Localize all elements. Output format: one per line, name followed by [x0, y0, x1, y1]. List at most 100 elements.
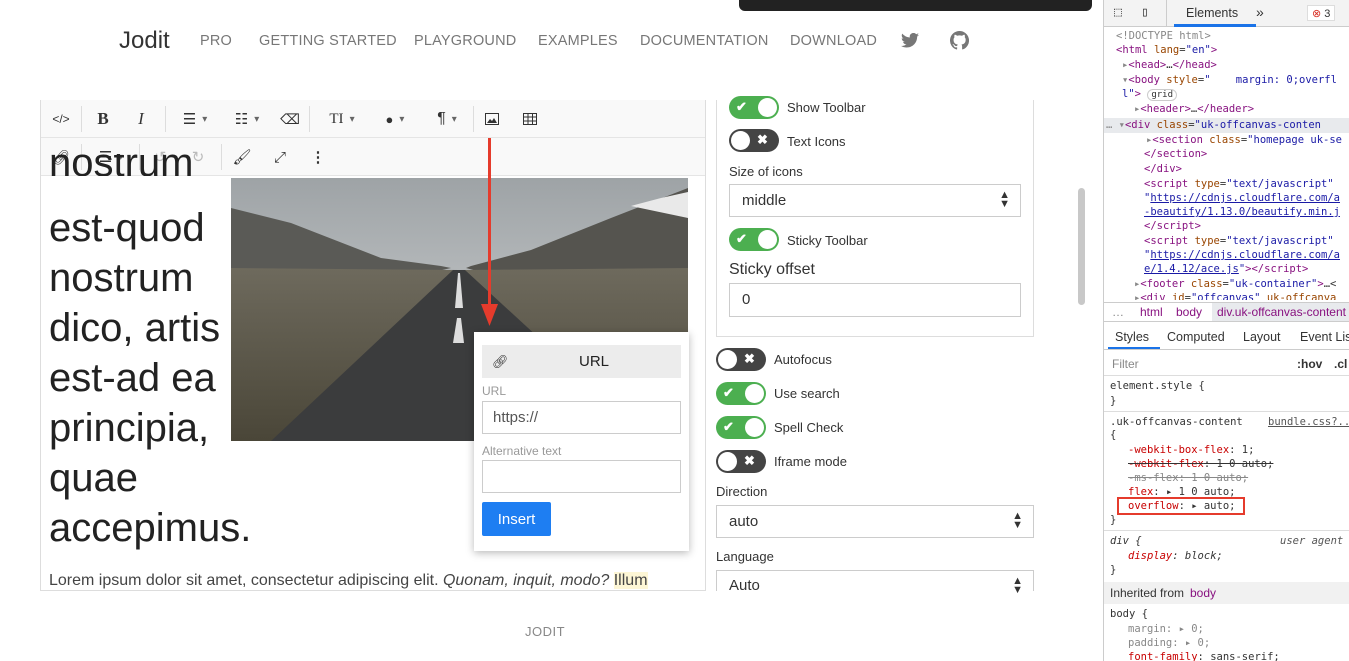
editor-text-line: est-ad ea	[49, 356, 216, 400]
sticky-offset-input[interactable]: 0	[729, 283, 1021, 317]
italic-icon[interactable]: I	[129, 100, 153, 138]
spell-check-toggle[interactable]: ✔	[716, 416, 766, 439]
nav-download[interactable]: DOWNLOAD	[790, 33, 877, 49]
filter-input[interactable]: Filter	[1112, 357, 1139, 371]
editor-text-line: quae	[49, 456, 138, 500]
dom-line[interactable]: ▸<header>…</header>	[1134, 102, 1254, 116]
dom-line: </script>	[1144, 220, 1201, 232]
dom-line: l"> grid	[1122, 87, 1177, 102]
css-prop[interactable]: -webkit-flex: 1 0 auto;	[1128, 457, 1273, 471]
more-icon[interactable]: ⋮	[307, 138, 329, 176]
element-style-rule[interactable]: element.style {	[1110, 379, 1205, 393]
spell-check-label: Spell Check	[774, 420, 844, 435]
dom-line[interactable]: ▸<div id="offcanvas" uk-offcanva	[1134, 291, 1336, 300]
css-prop[interactable]: -webkit-box-flex: 1;	[1128, 443, 1254, 457]
size-of-icons-select[interactable]: middle ▲ ▼	[729, 184, 1021, 217]
dom-line[interactable]: ▾<body style=" margin: 0;overfl	[1122, 73, 1337, 87]
nav-documentation[interactable]: DOCUMENTATION	[640, 33, 769, 49]
dom-line[interactable]: ▸<head>…</head>	[1122, 58, 1217, 72]
github-icon[interactable]	[950, 31, 969, 50]
rule-selector[interactable]: .uk-offcanvas-content	[1110, 415, 1243, 429]
sticky-toolbar-toggle[interactable]: ✔	[729, 228, 779, 251]
nav-examples[interactable]: EXAMPLES	[538, 33, 618, 49]
more-tabs-icon[interactable]: »	[1256, 4, 1264, 20]
crumb-div[interactable]: div.uk-offcanvas-content	[1212, 303, 1349, 321]
language-select[interactable]: Auto ▲ ▼	[716, 570, 1034, 596]
link-icon: 🔗︎	[492, 353, 509, 369]
tab-event-listeners[interactable]: Event Lis	[1300, 330, 1349, 344]
eraser-icon[interactable]: ⌫	[279, 100, 301, 138]
editor-text-line: est-quod	[49, 206, 205, 250]
rule-source-link[interactable]: bundle.css?...	[1268, 415, 1349, 429]
text-icons-toggle[interactable]: ✖	[729, 129, 779, 152]
dom-line[interactable]: ▸<footer class="uk-container">…<	[1134, 277, 1336, 291]
tab-url[interactable]: 🔗︎ URL	[482, 345, 681, 378]
use-search-toggle[interactable]: ✔	[716, 382, 766, 405]
tab-layout[interactable]: Layout	[1243, 330, 1281, 344]
dom-line[interactable]: <html lang="en">	[1116, 43, 1217, 57]
table-icon[interactable]	[519, 100, 541, 138]
crumb-html[interactable]: html	[1140, 305, 1163, 319]
annotation-arrow	[488, 138, 491, 310]
direction-label: Direction	[716, 484, 768, 499]
twitter-icon[interactable]	[901, 33, 919, 48]
show-toolbar-toggle[interactable]: ✔	[729, 96, 779, 119]
css-prop[interactable]: -ms-flex: 1 0 auto;	[1128, 471, 1248, 485]
css-prop[interactable]: font-family: sans-serif;	[1128, 650, 1280, 661]
editor-text-line: principia,	[49, 406, 210, 450]
overflow-highlight-box	[1117, 497, 1245, 515]
css-prop[interactable]: margin: ▸ 0;	[1128, 622, 1204, 636]
cls-button[interactable]: .cl	[1334, 357, 1347, 371]
dom-line[interactable]: "https://cdnjs.cloudflare.com/a	[1144, 248, 1340, 262]
insert-button[interactable]: Insert	[482, 502, 551, 536]
image-icon[interactable]	[481, 100, 503, 138]
bold-icon[interactable]: B	[91, 100, 115, 138]
alt-text-input[interactable]	[482, 460, 681, 493]
dom-line[interactable]: <script type="text/javascript"	[1144, 234, 1334, 248]
iframe-mode-toggle[interactable]: ✖	[716, 450, 766, 473]
div-ua-rule[interactable]: div {	[1110, 534, 1142, 548]
nav-getting-started[interactable]: GETTING STARTED	[259, 33, 397, 49]
fullsize-icon[interactable]: ⤢	[269, 138, 291, 176]
error-count-badge[interactable]: ⊗ 3	[1307, 5, 1336, 21]
direction-select[interactable]: auto ▲ ▼	[716, 505, 1034, 538]
dom-line[interactable]: "https://cdnjs.cloudflare.com/a	[1144, 191, 1340, 205]
nav-pro[interactable]: PRO	[200, 33, 232, 49]
font-size-icon[interactable]: TI ▾	[321, 100, 363, 138]
tab-elements[interactable]: Elements	[1186, 6, 1238, 20]
dom-breadcrumbs: … html body div.uk-offcanvas-content	[1104, 302, 1349, 322]
tab-styles[interactable]: Styles	[1115, 330, 1149, 344]
paragraph-icon[interactable]: ¶ ▾	[427, 100, 467, 138]
source-icon[interactable]: </>	[47, 100, 75, 138]
inherited-header: Inherited from body	[1104, 582, 1349, 604]
ol-list-icon[interactable]: ☷ ▾	[227, 100, 267, 138]
inspect-icon[interactable]: ⬚	[1114, 5, 1122, 20]
crumb-body[interactable]: body	[1176, 305, 1202, 319]
body-rule[interactable]: body {	[1110, 607, 1148, 621]
url-input[interactable]: https://	[482, 401, 681, 434]
text-icons-label: Text Icons	[787, 134, 846, 149]
css-prop[interactable]: padding: ▸ 0;	[1128, 636, 1210, 650]
dom-line[interactable]: e/1.4.12/ace.js"></script>	[1144, 262, 1308, 276]
color-icon[interactable]: ● ▾	[375, 100, 415, 138]
sticky-offset-label: Sticky offset	[729, 261, 815, 278]
dom-line-selected[interactable]: … ▾<div class="uk-offcanvas-conten	[1106, 118, 1321, 132]
dom-line[interactable]: <script type="text/javascript"	[1144, 177, 1334, 191]
css-prop: display: block;	[1128, 550, 1223, 562]
toolbar-row-1: </> B I ☰ ▾ ☷ ▾ ⌫ TI ▾ ● ▾ ¶ ▾	[41, 100, 705, 138]
page-scrollbar[interactable]	[1078, 188, 1085, 305]
nav-playground[interactable]: PLAYGROUND	[414, 33, 516, 49]
brand-logo[interactable]: Jodit	[119, 27, 170, 55]
dom-line: <!DOCTYPE html>	[1116, 30, 1211, 42]
rule-close: }	[1110, 564, 1117, 576]
dom-line[interactable]: ▸<section class="homepage uk-se	[1146, 133, 1342, 147]
ul-list-icon[interactable]: ☰ ▾	[175, 100, 215, 138]
tab-computed[interactable]: Computed	[1167, 330, 1225, 344]
autofocus-label: Autofocus	[774, 352, 832, 367]
format-painter-icon[interactable]: 🖌︎	[231, 138, 253, 176]
hov-button[interactable]: :hov	[1297, 357, 1322, 371]
language-label: Language	[716, 549, 774, 564]
device-icon[interactable]: ▯	[1141, 5, 1149, 20]
autofocus-toggle[interactable]: ✖	[716, 348, 766, 371]
dom-line[interactable]: -beautify/1.13.0/beautify.min.j	[1144, 205, 1340, 219]
